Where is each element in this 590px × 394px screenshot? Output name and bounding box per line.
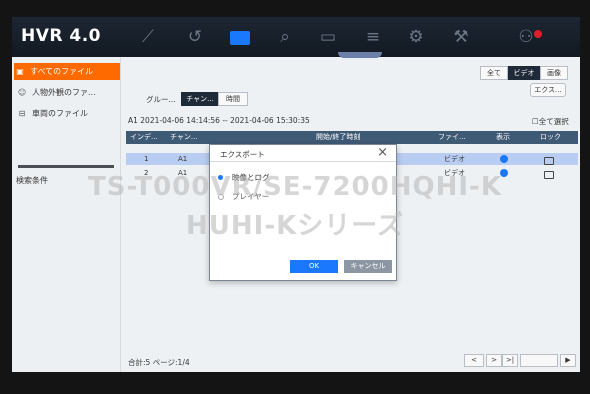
- pagination-summary: 合計:5 ページ:1/4: [128, 358, 190, 367]
- row-channel: A1: [178, 169, 188, 177]
- column-header-type[interactable]: ファイ...: [438, 131, 466, 144]
- row-index: 1: [144, 155, 149, 163]
- car-icon: ⊟: [18, 109, 26, 118]
- option-player-label[interactable]: プレイヤー: [232, 191, 269, 202]
- sidebar-item-all-files[interactable]: ▣ すべてのファイル: [14, 63, 120, 80]
- column-header-lock[interactable]: ロック: [540, 131, 561, 144]
- row-index: 2: [144, 169, 149, 177]
- select-all-label: 全て選択: [538, 117, 569, 126]
- dialog-title: エクスポート: [220, 150, 265, 159]
- next-page-button[interactable]: >: [486, 354, 502, 367]
- table-header: インデ... チャン... 開始/終了時刻 ファイ... 表示 ロック: [126, 131, 578, 144]
- cancel-button[interactable]: キャンセル: [344, 260, 392, 273]
- search-icon[interactable]: ⌕: [274, 27, 296, 47]
- play-icon[interactable]: [500, 155, 508, 163]
- export-button[interactable]: エクス...: [530, 83, 566, 97]
- sidebar-item-label: 人物外観のファ...: [32, 88, 96, 97]
- play-icon[interactable]: [500, 169, 508, 177]
- ok-button[interactable]: OK: [290, 260, 338, 273]
- column-header-view[interactable]: 表示: [496, 131, 510, 144]
- nvr-screen: HVR 4.0 ⟋ ↺ ⌕ ▭ ≡ ⚙ ⚒ ⚇ ▣ すべてのファイル ☺ 人物外観の…: [12, 17, 580, 372]
- sidebar: ▣ すべてのファイル ☺ 人物外観のファ... ⊟ 車両のファイル 検索条件: [12, 57, 121, 372]
- prev-page-button[interactable]: <: [464, 354, 484, 367]
- page-number-input[interactable]: [520, 354, 558, 367]
- group-label: グルー...: [146, 95, 176, 104]
- select-all-checkbox[interactable]: ☐全て選択: [532, 116, 569, 127]
- playback-icon[interactable]: ↺: [184, 27, 206, 47]
- unlock-icon[interactable]: [544, 157, 554, 165]
- last-page-button[interactable]: >|: [502, 354, 518, 367]
- gear-icon[interactable]: ⚙: [405, 27, 427, 47]
- filter-all[interactable]: 全て: [480, 66, 508, 80]
- unlock-icon[interactable]: [544, 171, 554, 179]
- filter-image[interactable]: 画像: [540, 66, 568, 80]
- sidebar-item-label: 車両のファイル: [32, 109, 88, 118]
- column-header-time[interactable]: 開始/終了時刻: [316, 131, 360, 144]
- storage-icon[interactable]: ≡: [362, 27, 384, 47]
- close-icon[interactable]: ×: [377, 146, 388, 160]
- alert-badge: [534, 30, 542, 38]
- column-header-channel[interactable]: チャン...: [170, 131, 198, 144]
- filter-video[interactable]: ビデオ: [508, 66, 540, 80]
- top-nav-bar: HVR 4.0 ⟋ ↺ ⌕ ▭ ≡ ⚙ ⚒ ⚇: [12, 17, 580, 58]
- wrench-icon[interactable]: ⚒: [450, 27, 472, 47]
- video-icon: ▣: [16, 67, 24, 76]
- monitor-icon[interactable]: ▭: [317, 27, 339, 47]
- app-title: HVR 4.0: [21, 26, 102, 46]
- dialog-title-bar: エクスポート ×: [210, 145, 396, 162]
- column-header-index[interactable]: インデ...: [130, 131, 158, 144]
- option-video-and-log-label[interactable]: 映像とログ: [232, 172, 270, 183]
- radio-video-and-log[interactable]: [218, 175, 223, 180]
- group-time-button[interactable]: 時間: [218, 92, 248, 106]
- folder-icon[interactable]: [230, 31, 250, 45]
- sidebar-divider: [18, 165, 114, 168]
- row-type: ビデオ: [444, 169, 465, 177]
- go-page-button[interactable]: ▶: [560, 354, 576, 367]
- group-channel-button[interactable]: チャン...: [181, 92, 219, 106]
- time-range-text: A1 2021-04-06 14:14:56 -- 2021-04-06 15:…: [128, 116, 310, 125]
- sidebar-item-person-files[interactable]: ☺ 人物外観のファ...: [16, 84, 122, 101]
- magic-wand-icon[interactable]: ⟋: [137, 27, 159, 47]
- row-type: ビデオ: [444, 155, 465, 163]
- sidebar-item-label: すべてのファイル: [30, 67, 94, 76]
- sidebar-item-vehicle-files[interactable]: ⊟ 車両のファイル: [16, 105, 122, 122]
- export-dialog: エクスポート × 映像とログ プレイヤー OK キャンセル: [209, 144, 397, 281]
- person-icon: ☺: [17, 88, 27, 97]
- search-conditions-label[interactable]: 検索条件: [16, 175, 48, 186]
- radio-player[interactable]: [218, 194, 224, 200]
- row-channel: A1: [178, 155, 188, 163]
- user-icon[interactable]: ⚇: [515, 27, 537, 47]
